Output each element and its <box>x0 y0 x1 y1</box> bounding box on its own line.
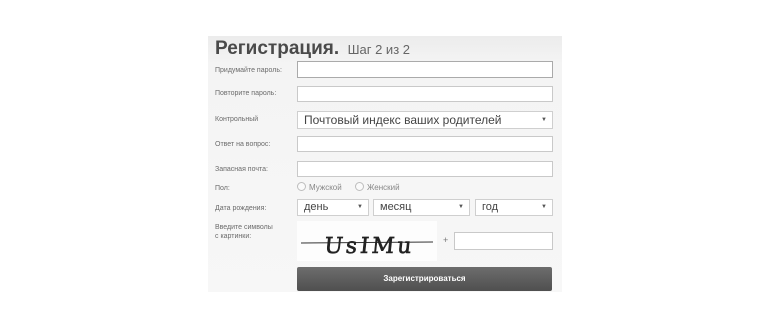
month-select[interactable]: месяц ▼ <box>373 199 470 216</box>
title-text: Регистрация. <box>215 38 340 59</box>
backup-email-input[interactable] <box>297 161 553 177</box>
repeat-password-label: Повторите пароль: <box>215 90 277 97</box>
year-value: год <box>482 201 499 213</box>
chevron-down-icon: ▼ <box>357 204 363 210</box>
captcha-label-line1: Введите символы <box>215 224 273 231</box>
captcha-label-line2: с картинки: <box>215 233 252 240</box>
password-label: Придумайте пароль: <box>215 67 282 74</box>
captcha-graphic: UsIMu <box>300 234 434 259</box>
page-title: Регистрация. Шаг 2 из 2 <box>215 38 410 60</box>
month-value: месяц <box>380 201 412 213</box>
backup-email-label: Запасная почта: <box>215 166 268 173</box>
security-question-select[interactable]: Почтовый индекс ваших родителей ▼ <box>297 111 553 129</box>
gender-female-radio[interactable]: Женский <box>355 182 400 192</box>
chevron-down-icon: ▼ <box>458 204 464 210</box>
step-indicator: Шаг 2 из 2 <box>347 42 410 57</box>
gender-female-label: Женский <box>367 183 400 192</box>
day-value: день <box>304 201 329 213</box>
security-question-label: Контрольный <box>215 116 259 123</box>
gender-male-label: Мужской <box>309 183 342 192</box>
captcha-input[interactable] <box>454 232 553 250</box>
captcha-plus: + <box>443 235 449 245</box>
answer-label: Ответ на вопрос: <box>215 141 271 148</box>
radio-circle-icon <box>355 182 364 191</box>
password-input[interactable] <box>297 61 553 78</box>
security-question-value: Почтовый индекс ваших родителей <box>304 113 502 127</box>
gender-male-radio[interactable]: Мужской <box>297 182 342 192</box>
repeat-password-input[interactable] <box>297 86 553 102</box>
answer-input[interactable] <box>297 136 553 152</box>
gender-label: Пол: <box>215 185 230 192</box>
year-select[interactable]: год ▼ <box>475 199 553 216</box>
captcha-image: UsIMu <box>297 221 437 261</box>
birthdate-label: Дата рождения: <box>215 205 267 212</box>
chevron-down-icon: ▼ <box>541 117 547 123</box>
day-select[interactable]: день ▼ <box>297 199 369 216</box>
radio-circle-icon <box>297 182 306 191</box>
captcha-text: UsIMu <box>323 234 416 259</box>
chevron-down-icon: ▼ <box>541 204 547 210</box>
register-button[interactable]: Зарегистрироваться <box>297 267 552 291</box>
